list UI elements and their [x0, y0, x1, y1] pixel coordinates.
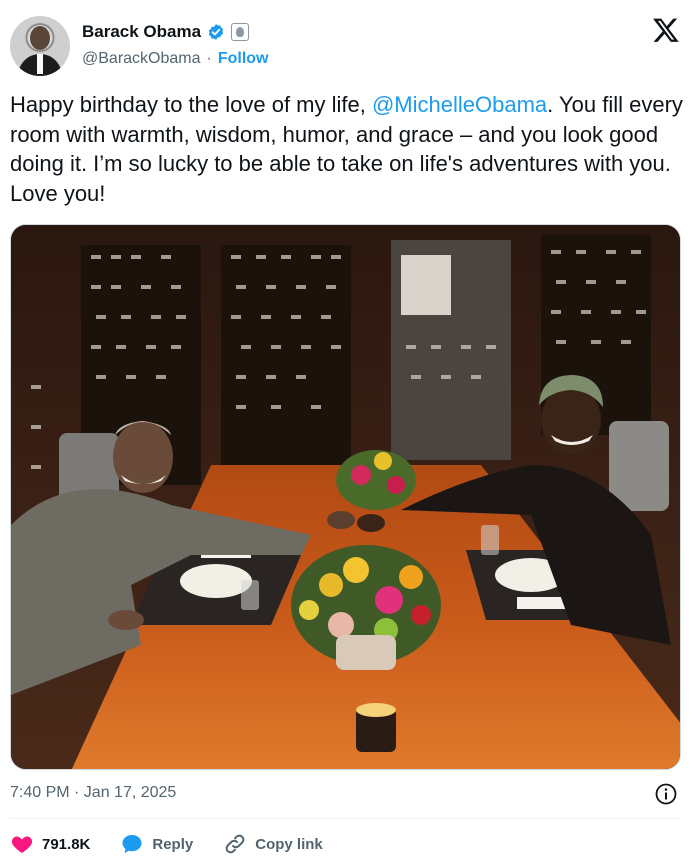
action-bar: 791.8K Reply Copy link	[10, 830, 353, 858]
author-handle-row: @BarackObama · Follow	[82, 50, 269, 68]
heart-icon	[11, 836, 33, 853]
author-handle[interactable]: @BarackObama	[82, 50, 201, 68]
follow-button[interactable]: Follow	[218, 50, 269, 68]
tweet-text-start: Happy birthday to the love of my life,	[10, 92, 372, 117]
copy-link-button[interactable]: Copy link	[223, 832, 323, 856]
tweet-header: Barack Obama @BarackObama · Follow	[10, 12, 690, 78]
tweet-timestamp[interactable]: 7:40 PM · Jan 17, 2025	[10, 784, 176, 802]
author-name-row: Barack Obama	[82, 22, 250, 42]
tweet-photo[interactable]	[10, 224, 681, 770]
government-seal-icon	[231, 23, 250, 41]
link-icon	[225, 834, 245, 854]
divider	[10, 818, 682, 819]
mention-link[interactable]: @MichelleObama	[372, 92, 547, 117]
tweet-card: Barack Obama @BarackObama · Follow Happy…	[0, 0, 700, 866]
like-count: 791.8K	[42, 835, 91, 853]
reply-button[interactable]: Reply	[120, 832, 193, 856]
tweet-text: Happy birthday to the love of my life, @…	[10, 90, 690, 208]
separator: ·	[206, 50, 212, 67]
speech-bubble-icon	[122, 835, 142, 853]
like-button[interactable]: 791.8K	[10, 832, 90, 856]
verified-badge-icon	[208, 24, 224, 40]
x-logo-icon[interactable]	[652, 16, 680, 44]
avatar[interactable]	[10, 16, 70, 76]
copy-link-label: Copy link	[255, 835, 323, 853]
reply-label: Reply	[152, 835, 194, 853]
author-name[interactable]: Barack Obama	[82, 22, 201, 42]
dinner-photo-illustration	[11, 225, 680, 769]
info-icon[interactable]	[654, 782, 678, 806]
